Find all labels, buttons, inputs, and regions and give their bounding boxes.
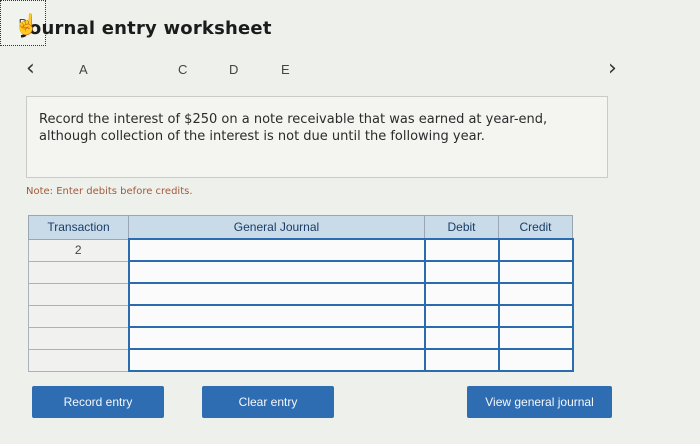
view-general-journal-button[interactable]: View general journal xyxy=(467,386,612,418)
credit-field[interactable] xyxy=(497,260,574,284)
table-row xyxy=(28,348,574,372)
chevron-right-icon[interactable]: › xyxy=(608,58,617,80)
hand-pointer-icon: ☝ xyxy=(14,14,39,36)
transaction-cell: 2 xyxy=(28,238,129,262)
table-row: 2 xyxy=(28,238,574,262)
table-row xyxy=(28,282,574,306)
account-field[interactable] xyxy=(127,348,426,372)
debit-field[interactable] xyxy=(423,238,500,262)
tab-a[interactable]: A xyxy=(79,62,88,77)
record-entry-button[interactable]: Record entry xyxy=(32,386,164,418)
account-field[interactable] xyxy=(127,304,426,328)
note-text: Note: Enter debits before credits. xyxy=(26,186,193,197)
debit-field[interactable] xyxy=(423,282,500,306)
clear-entry-button[interactable]: Clear entry xyxy=(202,386,334,418)
tab-c[interactable]: C xyxy=(178,62,187,77)
debit-field[interactable] xyxy=(423,348,500,372)
credit-field[interactable] xyxy=(497,282,574,306)
account-field[interactable] xyxy=(127,326,426,350)
page-title: Journal entry worksheet xyxy=(22,18,272,39)
credit-field[interactable] xyxy=(497,238,574,262)
header-debit: Debit xyxy=(424,215,499,240)
journal-table: Transaction General Journal Debit Credit… xyxy=(28,215,574,372)
debit-field[interactable] xyxy=(423,326,500,350)
transaction-cell xyxy=(28,304,129,328)
debit-field[interactable] xyxy=(423,260,500,284)
header-credit: Credit xyxy=(498,215,573,240)
transaction-cell xyxy=(28,348,129,372)
account-field[interactable] xyxy=(127,260,426,284)
transaction-cell xyxy=(28,282,129,306)
tab-e[interactable]: E xyxy=(281,62,290,77)
instructions-panel: Record the interest of $250 on a note re… xyxy=(26,96,608,178)
debit-field[interactable] xyxy=(423,304,500,328)
table-row xyxy=(28,326,574,350)
account-field[interactable] xyxy=(127,238,426,262)
table-row xyxy=(28,260,574,284)
credit-field[interactable] xyxy=(497,348,574,372)
account-field[interactable] xyxy=(127,282,426,306)
header-transaction: Transaction xyxy=(28,215,129,240)
transaction-cell xyxy=(28,326,129,350)
table-row xyxy=(28,304,574,328)
instructions-text: Record the interest of $250 on a note re… xyxy=(39,112,548,144)
tab-d[interactable]: D xyxy=(229,62,238,77)
credit-field[interactable] xyxy=(497,304,574,328)
chevron-left-icon[interactable]: ‹ xyxy=(26,58,35,80)
transaction-cell xyxy=(28,260,129,284)
header-general-journal: General Journal xyxy=(128,215,425,240)
credit-field[interactable] xyxy=(497,326,574,350)
